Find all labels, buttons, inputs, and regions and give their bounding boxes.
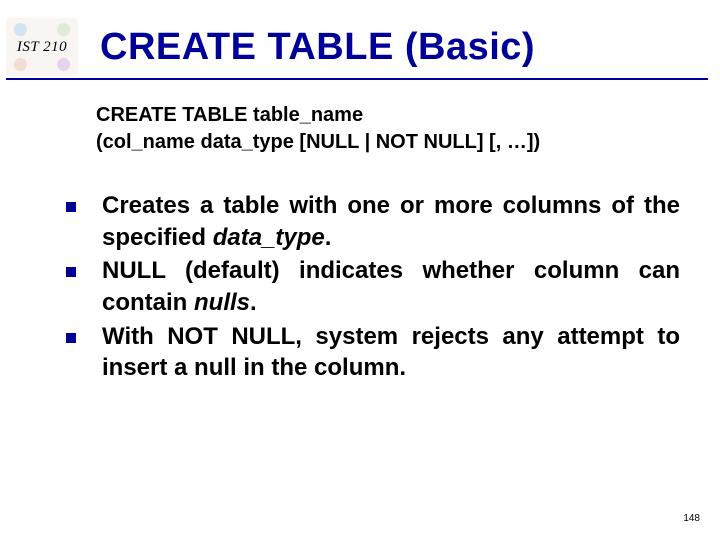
page-number: 148 [683, 513, 700, 524]
bullet-text: Creates a table with one or more columns… [102, 190, 680, 253]
bullet-text: With NOT NULL, system rejects any attemp… [102, 321, 680, 384]
bullet-pre: NULL (default) indicates whether column … [102, 257, 680, 316]
list-item: Creates a table with one or more columns… [66, 190, 680, 253]
list-item: With NOT NULL, system rejects any attemp… [66, 321, 680, 384]
syntax-line-1: CREATE TABLE table_name [96, 102, 720, 129]
list-item: NULL (default) indicates whether column … [66, 255, 680, 318]
slide-title: CREATE TABLE (Basic) [100, 26, 535, 69]
bullet-pre: Creates a table with one or more columns… [102, 192, 680, 251]
bullet-list: Creates a table with one or more columns… [66, 190, 680, 384]
slide-header: IST 210 CREATE TABLE (Basic) [0, 0, 720, 76]
bullet-icon [66, 267, 76, 277]
bullet-icon [66, 333, 76, 343]
bullet-icon [66, 202, 76, 212]
title-underline [6, 78, 708, 80]
bullet-emphasis: nulls [194, 289, 250, 316]
syntax-line-2: (col_name data_type [NULL | NOT NULL] [,… [96, 129, 720, 156]
bullet-pre: With NOT NULL, system rejects any attemp… [102, 323, 680, 382]
syntax-block: CREATE TABLE table_name (col_name data_t… [96, 102, 720, 156]
bullet-text: NULL (default) indicates whether column … [102, 255, 680, 318]
course-logo: IST 210 [6, 18, 78, 76]
bullet-post: . [325, 224, 332, 251]
course-label: IST 210 [17, 39, 67, 56]
bullet-post: . [250, 289, 257, 316]
bullet-emphasis: data_type [213, 224, 325, 251]
